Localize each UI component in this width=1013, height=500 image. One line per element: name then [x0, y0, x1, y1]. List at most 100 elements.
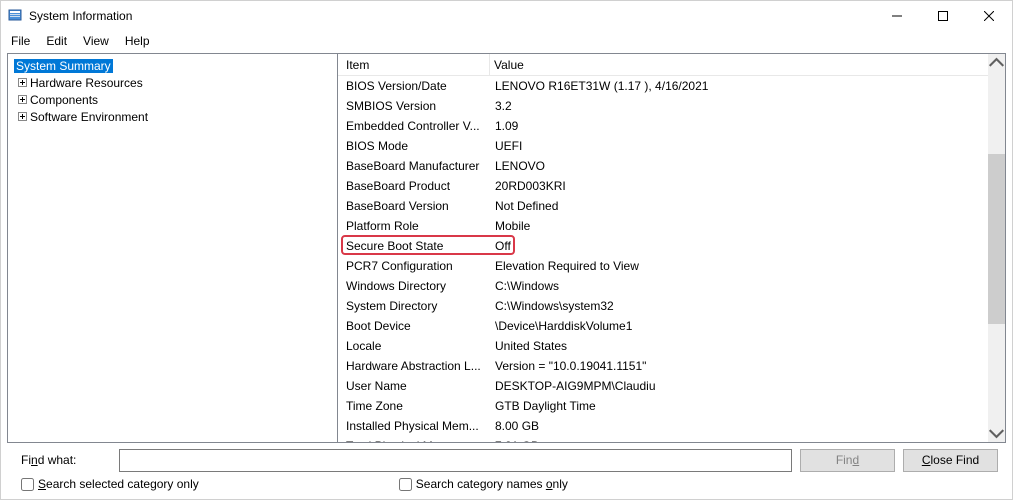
cell-value: 7.81 GB	[491, 439, 1005, 442]
maximize-button[interactable]	[920, 1, 966, 31]
menu-help[interactable]: Help	[119, 34, 156, 48]
scroll-up-icon[interactable]	[988, 54, 1005, 71]
cell-item: Locale	[346, 339, 491, 353]
minimize-button[interactable]	[874, 1, 920, 31]
table-row[interactable]: Windows DirectoryC:\Windows	[338, 276, 1005, 296]
tree-root-label: System Summary	[14, 59, 113, 73]
table-row[interactable]: System DirectoryC:\Windows\system32	[338, 296, 1005, 316]
tree-root[interactable]: System Summary	[8, 57, 337, 74]
menu-view[interactable]: View	[77, 34, 115, 48]
search-category-names-checkbox-input[interactable]	[399, 478, 412, 491]
table-row[interactable]: Boot Device\Device\HarddiskVolume1	[338, 316, 1005, 336]
cell-value: C:\Windows\system32	[491, 299, 1005, 313]
close-button[interactable]	[966, 1, 1012, 31]
cell-item: User Name	[346, 379, 491, 393]
cell-item: Platform Role	[346, 219, 491, 233]
cell-value: 20RD003KRI	[491, 179, 1005, 193]
cell-item: BIOS Version/Date	[346, 79, 491, 93]
tree-item[interactable]: Software Environment	[8, 108, 337, 125]
tree-expand-icon[interactable]	[16, 94, 28, 106]
menu-edit[interactable]: Edit	[40, 34, 73, 48]
search-category-names-checkbox[interactable]: Search category names only	[399, 477, 568, 491]
menu-bar: File Edit View Help	[1, 31, 1012, 51]
table-row[interactable]: BaseBoard ManufacturerLENOVO	[338, 156, 1005, 176]
tree-item[interactable]: Hardware Resources	[8, 74, 337, 91]
cell-value: 8.00 GB	[491, 419, 1005, 433]
cell-item: Time Zone	[346, 399, 491, 413]
cell-value: \Device\HarddiskVolume1	[491, 319, 1005, 333]
table-row[interactable]: BaseBoard VersionNot Defined	[338, 196, 1005, 216]
table-row[interactable]: BIOS ModeUEFI	[338, 136, 1005, 156]
column-value[interactable]: Value	[490, 54, 1005, 75]
find-bar: Find what: Find Close Find	[1, 443, 1012, 477]
scrollbar[interactable]	[988, 54, 1005, 442]
cell-item: BaseBoard Product	[346, 179, 491, 193]
find-button[interactable]: Find	[800, 449, 895, 472]
tree-item[interactable]: Components	[8, 91, 337, 108]
table-row[interactable]: Installed Physical Mem...8.00 GB	[338, 416, 1005, 436]
column-headers[interactable]: Item Value	[338, 54, 1005, 76]
scroll-down-icon[interactable]	[988, 425, 1005, 442]
table-row[interactable]: LocaleUnited States	[338, 336, 1005, 356]
close-find-button[interactable]: Close Find	[903, 449, 998, 472]
table-row[interactable]: PCR7 ConfigurationElevation Required to …	[338, 256, 1005, 276]
rows-container[interactable]: BIOS Version/DateLENOVO R16ET31W (1.17 )…	[338, 76, 1005, 442]
cell-item: System Directory	[346, 299, 491, 313]
cell-value: C:\Windows	[491, 279, 1005, 293]
tree-item-label: Hardware Resources	[30, 76, 143, 90]
tree-pane[interactable]: System Summary Hardware Resources Compone…	[8, 54, 338, 442]
cell-value: Not Defined	[491, 199, 1005, 213]
cell-value: 1.09	[491, 119, 1005, 133]
scroll-thumb[interactable]	[988, 154, 1005, 324]
menu-file[interactable]: File	[5, 34, 36, 48]
cell-item: Hardware Abstraction L...	[346, 359, 491, 373]
cell-value: Elevation Required to View	[491, 259, 1005, 273]
cell-value: GTB Daylight Time	[491, 399, 1005, 413]
cell-item: Windows Directory	[346, 279, 491, 293]
table-row[interactable]: Hardware Abstraction L...Version = "10.0…	[338, 356, 1005, 376]
find-input[interactable]	[119, 449, 792, 472]
table-row[interactable]: BaseBoard Product20RD003KRI	[338, 176, 1005, 196]
cell-item: Installed Physical Mem...	[346, 419, 491, 433]
tree-expand-icon[interactable]	[16, 77, 28, 89]
column-item[interactable]: Item	[338, 54, 490, 75]
window-controls	[874, 1, 1012, 31]
app-icon	[7, 8, 23, 24]
title-bar: System Information	[1, 1, 1012, 31]
table-row[interactable]: Total Physical Memory7.81 GB	[338, 436, 1005, 442]
table-row[interactable]: User NameDESKTOP-AIG9MPM\Claudiu	[338, 376, 1005, 396]
cell-value: United States	[491, 339, 1005, 353]
tree-item-label: Components	[30, 93, 98, 107]
cell-value: UEFI	[491, 139, 1005, 153]
find-options-row: Search selected category only Search cat…	[1, 477, 1012, 499]
cell-item: BIOS Mode	[346, 139, 491, 153]
window-title: System Information	[29, 9, 874, 23]
cell-value: 3.2	[491, 99, 1005, 113]
cell-item: BaseBoard Manufacturer	[346, 159, 491, 173]
cell-value: Off	[491, 239, 1005, 253]
cell-value: Mobile	[491, 219, 1005, 233]
cell-item: Boot Device	[346, 319, 491, 333]
table-row[interactable]: BIOS Version/DateLENOVO R16ET31W (1.17 )…	[338, 76, 1005, 96]
table-row[interactable]: Platform RoleMobile	[338, 216, 1005, 236]
cell-value: LENOVO	[491, 159, 1005, 173]
table-row[interactable]: Secure Boot StateOff	[338, 236, 1005, 256]
table-row[interactable]: Embedded Controller V...1.09	[338, 116, 1005, 136]
cell-item: BaseBoard Version	[346, 199, 491, 213]
cell-item: Total Physical Memory	[346, 439, 491, 442]
cell-item: Embedded Controller V...	[346, 119, 491, 133]
cell-value: Version = "10.0.19041.1151"	[491, 359, 1005, 373]
cell-value: DESKTOP-AIG9MPM\Claudiu	[491, 379, 1005, 393]
table-row[interactable]: SMBIOS Version3.2	[338, 96, 1005, 116]
search-selected-checkbox[interactable]: Search selected category only	[21, 477, 199, 491]
find-label: Find what:	[21, 453, 111, 467]
tree-expand-icon[interactable]	[16, 111, 28, 123]
tree-item-label: Software Environment	[30, 110, 148, 124]
cell-item: PCR7 Configuration	[346, 259, 491, 273]
search-selected-checkbox-input[interactable]	[21, 478, 34, 491]
details-pane: Item Value BIOS Version/DateLENOVO R16ET…	[338, 54, 1005, 442]
cell-value: LENOVO R16ET31W (1.17 ), 4/16/2021	[491, 79, 1005, 93]
content-frame: System Summary Hardware Resources Compone…	[7, 53, 1006, 443]
table-row[interactable]: Time ZoneGTB Daylight Time	[338, 396, 1005, 416]
cell-item: SMBIOS Version	[346, 99, 491, 113]
